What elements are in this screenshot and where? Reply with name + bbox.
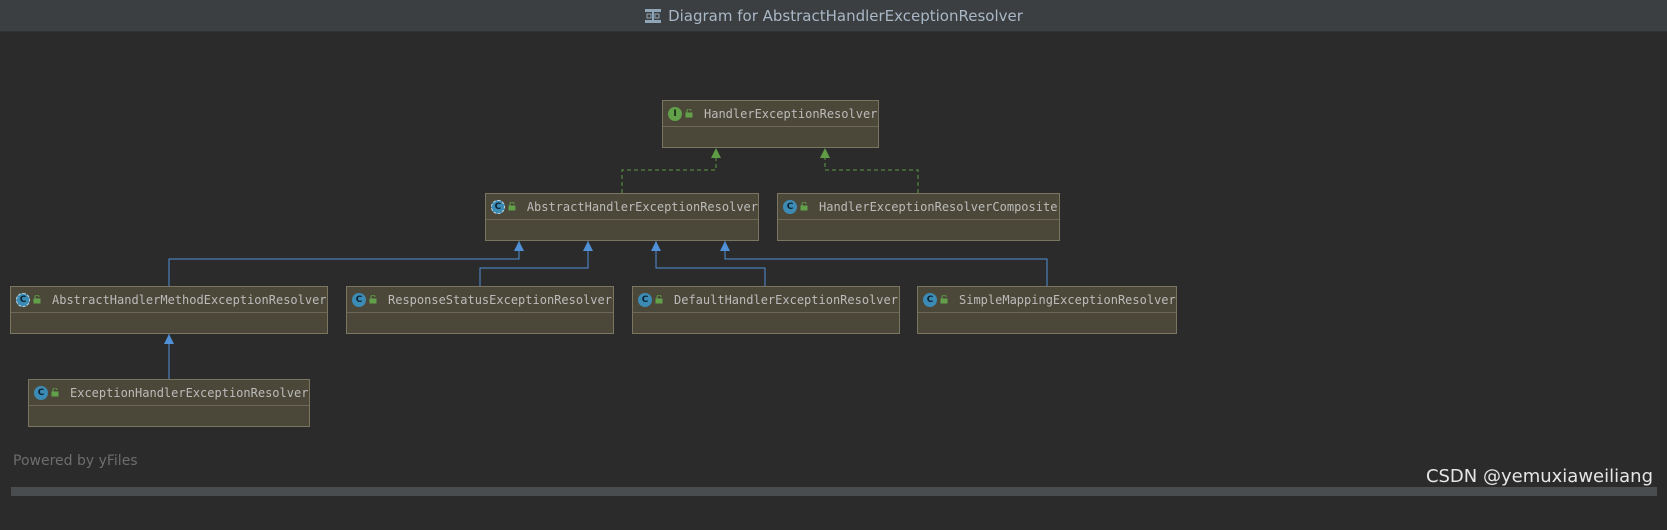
public-visibility-icon bbox=[508, 202, 516, 211]
public-visibility-icon bbox=[33, 295, 41, 304]
arrowhead-smer-to-aher bbox=[720, 241, 730, 251]
class-node-simple-mapping-exception-resolver[interactable]: C SimpleMappingExceptionResolver bbox=[917, 286, 1177, 334]
class-node-default-handler-exception-resolver[interactable]: C DefaultHandlerExceptionResolver bbox=[632, 286, 900, 334]
arrowhead-eher-to-ahmer bbox=[164, 334, 174, 344]
node-name: SimpleMappingExceptionResolver bbox=[959, 292, 1176, 307]
watermark: CSDN @yemuxiaweiliang bbox=[1425, 466, 1653, 487]
class-icon: C bbox=[34, 385, 48, 400]
abstract-class-icon: C bbox=[491, 199, 505, 214]
class-node-abstract-handler-exception-resolver[interactable]: C AbstractHandlerExceptionResolver bbox=[485, 193, 759, 241]
horizontal-scrollbar[interactable] bbox=[11, 487, 1657, 496]
arrowhead-dher-to-aher bbox=[651, 241, 661, 251]
public-visibility-icon bbox=[655, 295, 663, 304]
arrowhead-herc-to-her bbox=[820, 148, 830, 158]
edge-smer-to-aher bbox=[724, 241, 1048, 286]
node-name: HandlerExceptionResolverComposite bbox=[819, 199, 1058, 214]
public-visibility-icon bbox=[51, 388, 59, 397]
public-visibility-icon bbox=[685, 109, 693, 118]
node-name: AbstractHandlerMethodExceptionResolver bbox=[52, 292, 327, 307]
public-visibility-icon bbox=[940, 295, 948, 304]
node-name: DefaultHandlerExceptionResolver bbox=[674, 292, 898, 307]
class-icon: C bbox=[923, 292, 937, 307]
node-name: ExceptionHandlerExceptionResolver bbox=[70, 385, 309, 400]
diagram-edges bbox=[164, 148, 1048, 379]
edge-herc-to-her bbox=[824, 148, 919, 193]
public-visibility-icon bbox=[800, 202, 808, 211]
class-node-exception-handler-exception-resolver[interactable]: C ExceptionHandlerExceptionResolver bbox=[28, 379, 310, 427]
class-icon: C bbox=[352, 292, 366, 307]
edge-aher-to-her bbox=[621, 148, 717, 193]
public-visibility-icon bbox=[369, 295, 377, 304]
node-name: AbstractHandlerExceptionResolver bbox=[526, 199, 758, 214]
class-node-handler-exception-resolver-composite[interactable]: C HandlerExceptionResolverComposite bbox=[777, 193, 1060, 241]
class-icon: C bbox=[783, 199, 797, 214]
edge-ahmer-to-aher bbox=[168, 241, 520, 286]
node-name: ResponseStatusExceptionResolver bbox=[388, 292, 612, 307]
class-node-response-status-exception-resolver[interactable]: C ResponseStatusExceptionResolver bbox=[346, 286, 614, 334]
class-icon: C bbox=[638, 292, 652, 307]
edge-rser-to-aher bbox=[479, 241, 589, 286]
class-node-abstract-handler-method-exception-resolver[interactable]: C AbstractHandlerMethodExceptionResolver bbox=[10, 286, 328, 334]
node-name: HandlerExceptionResolver bbox=[704, 106, 878, 121]
arrowhead-rser-to-aher bbox=[583, 241, 593, 251]
interface-icon: I bbox=[668, 106, 682, 121]
arrowhead-ahmer-to-aher bbox=[514, 241, 524, 251]
abstract-class-icon: C bbox=[16, 292, 30, 307]
powered-by-label: Powered by yFiles bbox=[13, 453, 138, 469]
arrowhead-aher-to-her bbox=[711, 148, 721, 158]
class-node-handler-exception-resolver[interactable]: I HandlerExceptionResolver bbox=[662, 100, 879, 148]
edge-dher-to-aher bbox=[655, 241, 766, 286]
